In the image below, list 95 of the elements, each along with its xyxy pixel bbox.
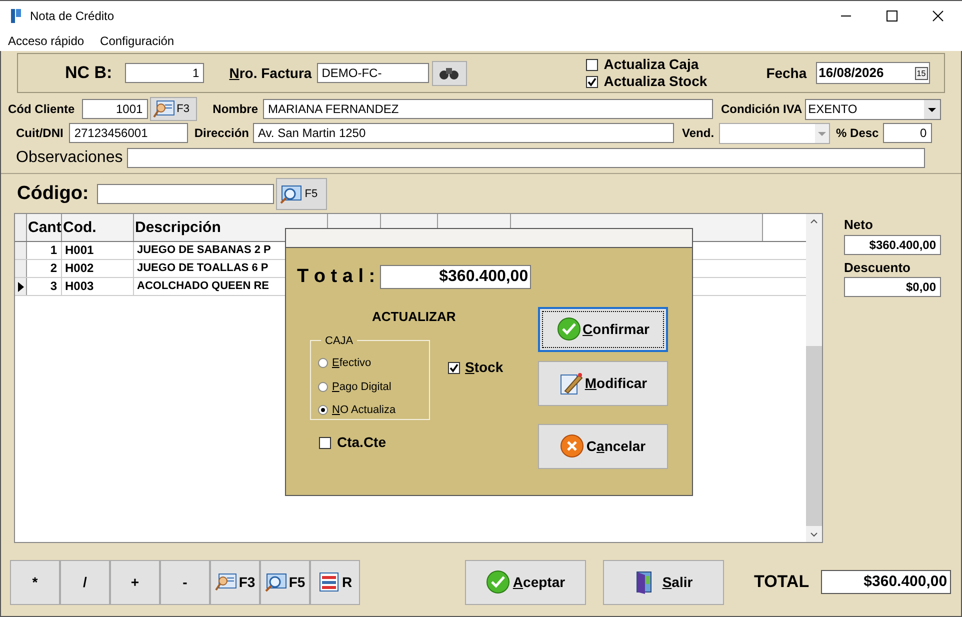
nombre-field[interactable]: MARIANA FERNANDEZ [263, 99, 714, 119]
aceptar-button[interactable]: Aceptar [465, 560, 586, 604]
table-cell: H003 [62, 278, 134, 295]
neto-label: Neto [844, 216, 874, 234]
fecha-label: Fecha [766, 64, 807, 82]
radio-label: NO Actualiza [332, 403, 396, 418]
nombre-label: Nombre [212, 101, 258, 118]
scrollbar[interactable] [806, 214, 822, 542]
search-icon [264, 572, 287, 592]
table-cell-text: JUEGO DE SABANAS 2 P [136, 243, 272, 258]
radio-label: Efectivo [332, 356, 372, 371]
stock-label: Stock [465, 358, 504, 377]
factura-field[interactable]: DEMO-FC- [316, 63, 429, 83]
keypad-button[interactable]: / [60, 560, 110, 604]
table-cell: H001 [62, 242, 134, 259]
pencil-note-icon [558, 371, 583, 395]
condicion-iva-dropdown[interactable]: EXENTO [805, 98, 942, 120]
person-card-icon [152, 99, 175, 119]
factura-label: Nro. Factura [229, 64, 312, 82]
checkbox-label: Actualiza Stock [604, 73, 708, 90]
column-header[interactable]: Cant [27, 214, 62, 241]
list-icon [318, 572, 340, 592]
radio-button[interactable] [318, 358, 328, 368]
calendar-button[interactable]: 15 [914, 66, 928, 80]
dialog-button[interactable]: Cancelar [538, 424, 668, 468]
window-title: Nota de Crédito [30, 8, 114, 25]
vendedor-label: Vend. [682, 125, 714, 142]
condicion-iva-value: EXENTO [807, 101, 858, 118]
client-search-button[interactable]: F3 [150, 97, 197, 121]
keypad-button[interactable]: + [110, 560, 160, 604]
table-cell-text: JUEGO DE TOALLAS 6 P [136, 261, 270, 276]
keypad-button[interactable]: F5 [260, 560, 310, 604]
keypad-button[interactable]: R [310, 560, 360, 604]
keypad-button[interactable]: - [160, 560, 210, 604]
descuento-field: $0,00 [844, 277, 941, 297]
table-cell: H002 [62, 260, 134, 277]
product-search-button[interactable]: F5 [276, 178, 327, 210]
radio-label: Pago Digital [332, 380, 392, 394]
table-cell: 2 [27, 260, 62, 277]
cuit-label: Cuit/DNI [16, 125, 64, 142]
cod-cliente-field[interactable]: 1001 [82, 99, 148, 119]
cta-cte-label: Cta.Cte [337, 433, 386, 452]
radio-button[interactable] [318, 382, 328, 392]
checkbox[interactable] [586, 76, 598, 88]
observaciones-field[interactable] [126, 148, 925, 168]
menu-item[interactable]: Acceso rápido [8, 32, 84, 50]
neto-field: $360.400,00 [844, 234, 941, 254]
cta-cte-checkbox[interactable] [319, 436, 331, 448]
salir-button[interactable]: Salir [603, 560, 724, 604]
observaciones-label: Observaciones [16, 148, 123, 168]
condicion-iva-label: Condición IVA [721, 101, 802, 118]
date-value: 16/08/2026 [818, 64, 884, 82]
check-circle-icon [486, 570, 510, 594]
dialog-button[interactable]: Modificar [538, 360, 668, 406]
row-indicator[interactable] [15, 278, 27, 295]
keypad-button[interactable]: F3 [210, 560, 260, 604]
codigo-label: Código: [17, 182, 89, 206]
date-field[interactable]: 16/08/2026 15 [816, 62, 930, 84]
dialog-button[interactable]: Confirmar [538, 306, 668, 352]
close-icon[interactable] [932, 10, 944, 22]
row-pointer-icon [18, 282, 24, 292]
table-cell: 3 [27, 278, 62, 295]
grid-corner [15, 214, 27, 241]
dialog-total-label: T o t a l : [297, 265, 376, 289]
nc-label: NC B: [65, 62, 112, 84]
total-label: TOTAL [754, 571, 810, 594]
codigo-field[interactable] [96, 184, 274, 204]
column-header[interactable]: Cod. [62, 214, 134, 241]
menu-item[interactable]: Configuración [100, 32, 174, 50]
descuento-pct-label: % Desc [836, 125, 879, 142]
dialog-total-field: $360.400,00 [380, 265, 532, 290]
app-icon [11, 9, 21, 23]
descuento-pct-field[interactable]: 0 [882, 123, 932, 143]
checkbox[interactable] [586, 58, 598, 70]
radio-button[interactable] [318, 405, 328, 416]
checkbox-label: Actualiza Caja [604, 56, 699, 73]
direccion-label: Dirección [194, 125, 250, 142]
cancel-circle-icon [560, 434, 584, 458]
search-icon [280, 184, 302, 204]
cuit-field[interactable]: 27123456001 [69, 123, 188, 143]
binoculars-button[interactable] [432, 60, 467, 86]
maximize-icon[interactable] [886, 10, 898, 22]
check-circle-icon [556, 317, 581, 341]
stock-checkbox[interactable] [448, 362, 460, 374]
nc-number-field[interactable]: 1 [125, 63, 204, 83]
person-card-icon [214, 572, 237, 592]
table-cell: 1 [27, 242, 62, 259]
table-cell-text: ACOLCHADO QUEEN RE [136, 279, 270, 294]
cod-cliente-label: Cód Cliente [8, 101, 75, 118]
total-field: $360.400,00 [821, 570, 952, 594]
descuento-label: Descuento [844, 258, 912, 276]
actualizar-heading: ACTUALIZAR [372, 308, 457, 326]
direccion-field[interactable]: Av. San Martin 1250 [253, 123, 674, 143]
binoculars-icon [438, 66, 460, 80]
keypad-button[interactable]: * [10, 560, 60, 604]
